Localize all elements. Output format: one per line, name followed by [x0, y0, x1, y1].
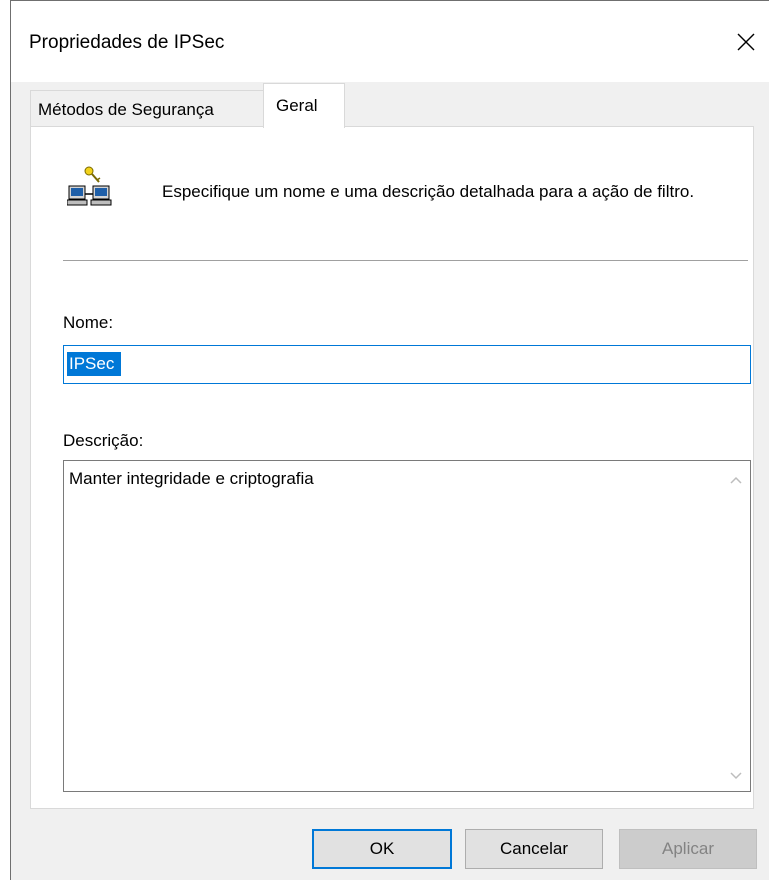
- cancel-button[interactable]: Cancelar: [465, 829, 603, 869]
- tab-metodos-de-seguranca[interactable]: Métodos de Segurança: [30, 90, 264, 127]
- header-description: Especifique um nome e uma descrição deta…: [162, 182, 695, 201]
- ok-button[interactable]: OK: [312, 829, 452, 869]
- close-icon: [737, 33, 755, 51]
- scroll-up-icon[interactable]: [728, 473, 744, 489]
- name-input[interactable]: IPSec: [63, 345, 751, 384]
- network-key-icon: [67, 166, 112, 206]
- tab-strip: Métodos de Segurança Geral: [11, 82, 769, 128]
- tab-panel-geral: Especifique um nome e uma descrição deta…: [30, 126, 754, 809]
- name-label: Nome:: [63, 313, 114, 332]
- description-value: Manter integridade e criptografia: [69, 469, 314, 488]
- separator: [63, 260, 748, 261]
- close-button[interactable]: [723, 19, 769, 65]
- description-scrollbar[interactable]: [722, 461, 750, 791]
- description-textarea[interactable]: Manter integridade e criptografia: [63, 460, 751, 792]
- dialog-window: Propriedades de IPSec Métodos de Seguran…: [10, 0, 769, 880]
- tab-geral[interactable]: Geral: [263, 83, 345, 128]
- name-input-value: IPSec: [67, 352, 122, 376]
- title-bar: Propriedades de IPSec: [11, 1, 769, 82]
- window-title: Propriedades de IPSec: [29, 32, 225, 53]
- description-label: Descrição:: [63, 431, 144, 450]
- scroll-down-icon[interactable]: [728, 767, 744, 783]
- apply-button[interactable]: Aplicar: [619, 829, 757, 869]
